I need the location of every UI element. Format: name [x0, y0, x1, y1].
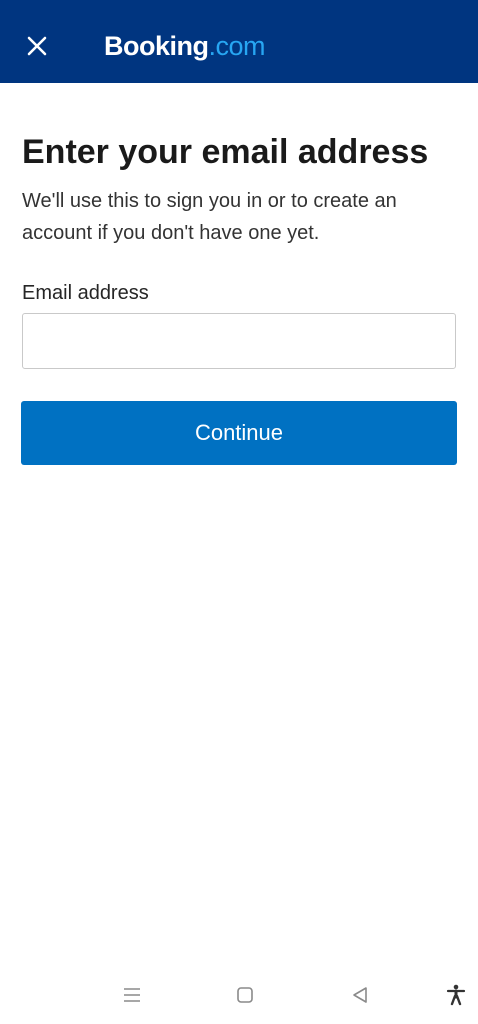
- email-field-label: Email address: [22, 282, 149, 304]
- top-app-bar: Booking.com: [0, 0, 478, 83]
- system-navigation-bar: [0, 968, 478, 1024]
- close-button[interactable]: [18, 27, 56, 65]
- recents-button[interactable]: [117, 980, 147, 1010]
- accessibility-button[interactable]: [441, 980, 471, 1010]
- sign-in-screen: Booking.com Enter your email address We'…: [0, 0, 478, 1024]
- page-title: Enter your email address: [22, 133, 429, 171]
- back-button[interactable]: [345, 980, 375, 1010]
- close-icon: [27, 36, 47, 56]
- back-icon: [351, 986, 369, 1004]
- home-button[interactable]: [230, 980, 260, 1010]
- booking-logo: Booking.com: [104, 28, 266, 64]
- recents-icon: [123, 987, 141, 1003]
- logo-tld-text: .com: [208, 31, 266, 61]
- email-field[interactable]: [22, 313, 456, 369]
- accessibility-icon: [446, 984, 466, 1006]
- home-icon: [236, 986, 254, 1004]
- continue-button[interactable]: Continue: [21, 401, 457, 465]
- page-subtitle: We'll use this to sign you in or to crea…: [22, 190, 397, 244]
- logo-brand-text: Booking: [104, 31, 209, 61]
